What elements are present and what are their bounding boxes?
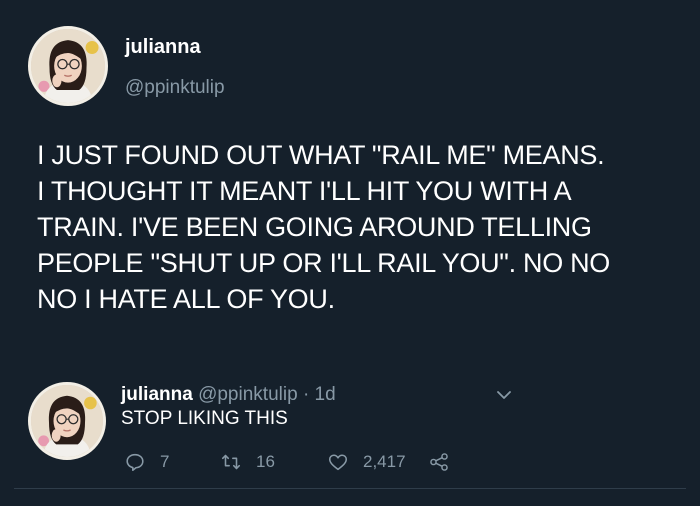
user-handle[interactable]: @ppinktulip xyxy=(125,77,225,99)
reply-button[interactable]: 7 xyxy=(124,448,169,476)
main-tweet: julianna @ppinktulip I JUST FOUND OUT WH… xyxy=(0,0,700,340)
retweet-icon xyxy=(221,454,241,470)
heart-icon xyxy=(328,454,348,471)
reply-count: 7 xyxy=(160,452,170,471)
divider xyxy=(14,488,686,489)
like-button[interactable]: 2,417 xyxy=(327,448,406,476)
display-name[interactable]: julianna xyxy=(125,36,201,59)
reply-header: julianna @ppinktulip · 1d xyxy=(121,384,336,406)
reply-text: STOP LIKING THIS xyxy=(121,408,288,429)
like-count: 2,417 xyxy=(363,452,406,471)
avatar[interactable] xyxy=(28,26,108,106)
chevron-down-icon[interactable] xyxy=(495,388,513,402)
retweet-count: 16 xyxy=(256,452,275,471)
avatar-image xyxy=(31,385,103,457)
reply-display-name[interactable]: julianna xyxy=(121,384,193,405)
reply-handle[interactable]: @ppinktulip xyxy=(198,384,298,405)
reply-tweet: julianna @ppinktulip · 1d STOP LIKING TH… xyxy=(0,370,700,490)
tweet-text: I JUST FOUND OUT WHAT "RAIL ME" MEANS. I… xyxy=(37,140,610,314)
share-button[interactable] xyxy=(428,448,464,476)
share-icon xyxy=(430,453,448,471)
action-bar: 7 16 2,417 xyxy=(0,448,700,478)
separator-dot: · xyxy=(302,384,310,405)
avatar-image xyxy=(31,29,105,103)
retweet-button[interactable]: 16 xyxy=(220,448,275,476)
tweet-screenshot: julianna @ppinktulip I JUST FOUND OUT WH… xyxy=(0,0,700,506)
reply-timestamp[interactable]: 1d xyxy=(315,384,336,405)
comment-icon xyxy=(126,453,144,472)
